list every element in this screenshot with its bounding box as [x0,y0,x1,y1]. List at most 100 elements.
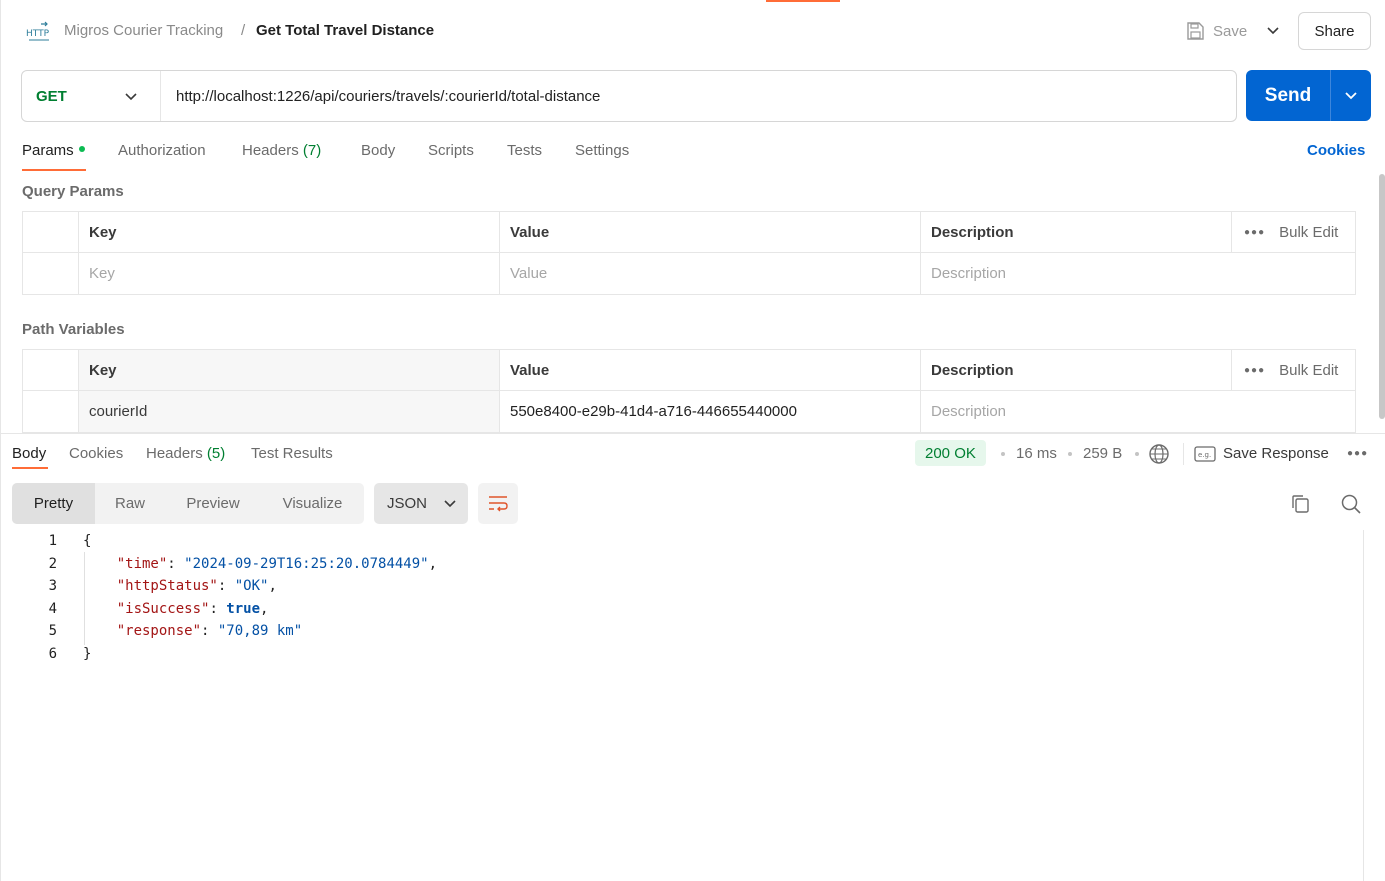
path-variables-table: Key Value Description ●●● Bulk Edit cour… [22,349,1356,433]
send-options-button[interactable] [1331,91,1371,101]
json-entry: "httpStatus": "OK", [116,578,277,594]
globe-icon[interactable] [1148,443,1170,465]
column-value: Value [500,350,921,390]
save-icon [1187,22,1204,40]
tab-tests[interactable]: Tests [507,142,542,159]
chevron-down-icon [444,499,456,507]
view-pretty[interactable]: Pretty [12,483,95,524]
json-entry: "isSuccess": true, [116,600,269,617]
column-key: Key [79,350,500,390]
response-tab-body[interactable]: Body [12,445,46,462]
url-input[interactable]: http://localhost:1226/api/couriers/trave… [161,88,600,105]
save-label: Save [1213,22,1248,40]
tab-params-label: Params [22,142,74,159]
active-tab-underline [12,467,48,469]
breadcrumb-collection[interactable]: Migros Courier Tracking [64,22,223,39]
response-tabs: Body Cookies Headers (5) Test Results 20… [1,440,1385,470]
meta-separator [1001,452,1005,456]
code-line: 2 "time": "2024-09-29T16:25:20.0784449", [1,553,1363,576]
headers-count: (7) [302,142,322,159]
format-select[interactable]: JSON [374,483,468,524]
view-visualize[interactable]: Visualize [261,483,364,524]
tab-headers[interactable]: Headers (7) [242,142,321,159]
breadcrumb-separator: / [241,22,246,39]
description-input[interactable]: Description [921,391,1356,432]
bulk-edit-label: Bulk Edit [1279,361,1339,379]
json-value: "OK" [234,578,269,594]
row-checkbox[interactable] [23,253,79,294]
chevron-down-icon [1267,27,1279,35]
status-badge[interactable]: 200 OK [915,440,986,466]
path-variable-value[interactable]: 550e8400-e29b-41d4-a716-446655440000 [500,391,921,432]
column-description: Description [921,212,1232,252]
response-tab-headers[interactable]: Headers (5) [146,445,225,462]
code-line: 3 "httpStatus": "OK", [1,575,1363,598]
row-checkbox [23,391,79,432]
active-tab-underline [22,169,86,171]
save-response-button[interactable]: Save Response [1223,445,1329,462]
cookies-link[interactable]: Cookies [1307,142,1365,159]
save-button[interactable]: Save [1185,19,1247,43]
code-line: 5 "response": "70,89 km" [1,620,1363,643]
response-time[interactable]: 16 ms [1016,445,1057,462]
json-value: "70,89 km" [217,623,303,639]
request-tabs: Params Authorization Headers (7) Body Sc… [1,138,1385,174]
format-label: JSON [387,495,428,512]
method-select[interactable]: GET [22,71,161,121]
tab-authorization[interactable]: Authorization [118,142,206,159]
bulk-edit-button[interactable]: ●●● Bulk Edit [1232,350,1356,390]
response-size[interactable]: 259 B [1083,445,1122,462]
response-body-code[interactable]: 1 { 2 "time": "2024-09-29T16:25:20.07844… [1,530,1363,665]
json-comma: , [260,600,269,617]
description-input[interactable]: Description [921,253,1356,294]
share-button[interactable]: Share [1298,12,1371,50]
tab-body[interactable]: Body [361,142,395,159]
json-open-brace: { [83,533,92,549]
response-view-options: Pretty Raw Preview Visualize [12,483,364,524]
key-input[interactable]: Key [79,253,500,294]
response-divider[interactable] [1,433,1385,434]
query-params-title: Query Params [22,183,124,200]
json-key: "isSuccess" [116,600,210,617]
search-icon[interactable] [1340,493,1362,515]
response-tab-headers-label: Headers [146,445,203,462]
checkbox-column-header [23,350,79,390]
send-button[interactable]: Send [1246,85,1330,107]
view-preview[interactable]: Preview [165,483,261,524]
json-entry: "time": "2024-09-29T16:25:20.0784449", [116,555,438,572]
more-options-icon[interactable]: ●●● [1347,448,1368,459]
view-raw[interactable]: Raw [95,483,165,524]
save-options-button[interactable] [1263,20,1283,42]
response-headers-count: (5) [206,445,226,462]
column-value: Value [500,212,921,252]
chevron-down-icon [1345,91,1357,99]
table-header-row: Key Value Description ●●● Bulk Edit [23,350,1355,391]
line-number: 6 [48,645,57,662]
more-options-icon[interactable]: ●●● [1244,365,1265,376]
meta-divider [1183,443,1184,465]
more-options-icon[interactable]: ●●● [1244,227,1265,238]
word-wrap-button[interactable] [478,483,518,524]
code-line: 1 { [1,530,1363,553]
code-line: 4 "isSuccess": true, [1,598,1363,621]
json-comma: , [268,578,277,594]
chevron-down-icon [125,93,137,101]
url-bar: GET http://localhost:1226/api/couriers/t… [21,70,1237,122]
tab-params[interactable]: Params [22,142,85,159]
response-tab-cookies[interactable]: Cookies [69,445,123,462]
json-close-brace: } [83,645,92,662]
value-input[interactable]: Value [500,253,921,294]
column-key: Key [79,212,500,252]
http-request-icon: HTTP [26,21,50,41]
response-tab-test-results[interactable]: Test Results [251,445,333,462]
line-number: 1 [48,533,57,549]
request-title[interactable]: Get Total Travel Distance [256,22,434,39]
bulk-edit-button[interactable]: ●●● Bulk Edit [1232,212,1356,252]
tab-scripts[interactable]: Scripts [428,142,474,159]
vertical-scrollbar[interactable] [1379,174,1385,419]
code-line: 6 } [1,643,1363,666]
tab-settings[interactable]: Settings [575,142,629,159]
meta-separator [1068,452,1072,456]
copy-icon[interactable] [1290,493,1312,515]
bulk-edit-label: Bulk Edit [1279,223,1339,241]
